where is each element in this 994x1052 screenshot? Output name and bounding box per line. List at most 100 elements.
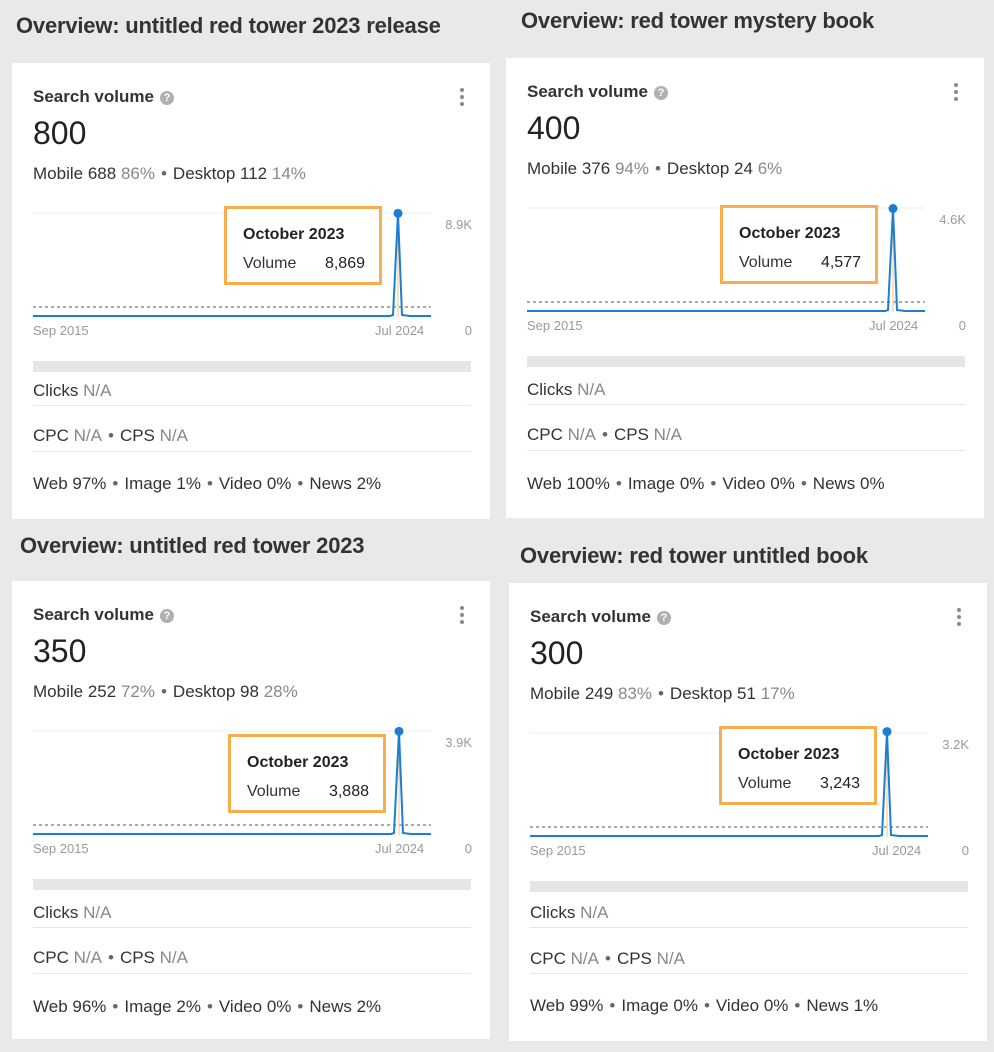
clicks-value: N/A <box>577 380 605 399</box>
serp-features-row: Web 100%•Image 0%•Video 0%•News 0% <box>527 474 885 494</box>
cpc-value: N/A <box>571 949 599 968</box>
section-divider-bar <box>530 881 968 892</box>
clicks-value: N/A <box>83 903 111 922</box>
search-volume-value: 400 <box>527 110 580 147</box>
search-volume-label: Search volume <box>530 607 651 626</box>
question-circle-icon[interactable]: ? <box>160 91 174 105</box>
peak-point <box>394 209 403 218</box>
chart-tooltip: October 2023 Volume 3,888 <box>228 734 386 813</box>
y-max-label: 3.2K <box>942 737 969 752</box>
cps-label: CPS <box>614 425 649 444</box>
web-value: 100% <box>566 474 609 493</box>
desktop-value: 51 <box>737 684 756 703</box>
search-volume-value: 300 <box>530 635 583 672</box>
x-end-label: Jul 2024 <box>375 323 424 338</box>
mobile-label: Mobile <box>33 164 83 183</box>
tooltip-date: October 2023 <box>247 754 348 772</box>
peak-point <box>889 204 898 213</box>
kebab-menu-icon[interactable] <box>954 83 958 104</box>
video-value: 0% <box>267 474 292 493</box>
overview-title: Overview: untitled red tower 2023 releas… <box>16 13 441 39</box>
section-divider-bar <box>33 879 471 890</box>
tooltip-value: 8,869 <box>325 255 365 273</box>
cpc-cps-row: CPC N/A•CPS N/A <box>527 425 682 445</box>
search-volume-card: Search volume? 300 Mobile 249 83%•Deskto… <box>509 583 987 1041</box>
chart-tooltip: October 2023 Volume 3,243 <box>719 726 877 805</box>
question-circle-icon[interactable]: ? <box>657 611 671 625</box>
section-divider-bar <box>33 361 471 372</box>
clicks-row: Clicks N/A <box>33 381 111 401</box>
mobile-value: 252 <box>88 682 116 701</box>
search-volume-card: Search volume? 350 Mobile 252 72%•Deskto… <box>12 581 490 1039</box>
row-separator <box>530 927 968 928</box>
overview-title: Overview: red tower untitled book <box>520 543 868 569</box>
video-value: 0% <box>764 996 789 1015</box>
x-start-label: Sep 2015 <box>33 841 89 856</box>
row-separator <box>33 451 471 452</box>
y-min-label: 0 <box>959 318 966 333</box>
device-split: Mobile 688 86%•Desktop 112 14% <box>33 164 306 184</box>
search-volume-label: Search volume <box>527 82 648 101</box>
overview-title: Overview: untitled red tower 2023 <box>20 533 364 559</box>
search-volume-value: 350 <box>33 633 86 670</box>
kebab-menu-icon[interactable] <box>460 88 464 109</box>
desktop-label: Desktop <box>667 159 729 178</box>
cps-value: N/A <box>160 948 188 967</box>
cps-value: N/A <box>160 426 188 445</box>
web-value: 96% <box>72 997 106 1016</box>
kebab-menu-icon[interactable] <box>460 606 464 627</box>
cps-label: CPS <box>617 949 652 968</box>
search-volume-card: Search volume? 800 Mobile 688 86%•Deskto… <box>12 63 490 519</box>
cpc-label: CPC <box>527 425 563 444</box>
clicks-value: N/A <box>580 903 608 922</box>
x-start-label: Sep 2015 <box>530 843 586 858</box>
news-value: 2% <box>357 997 382 1016</box>
serp-features-row: Web 97%•Image 1%•Video 0%•News 2% <box>33 474 381 494</box>
desktop-percent: 17% <box>761 684 795 703</box>
section-divider-bar <box>527 356 965 367</box>
video-label: Video <box>219 474 262 493</box>
desktop-percent: 14% <box>272 164 306 183</box>
web-value: 97% <box>72 474 106 493</box>
search-volume-label: Search volume <box>33 605 154 624</box>
clicks-value: N/A <box>83 381 111 400</box>
image-value: 1% <box>176 474 201 493</box>
kebab-menu-icon[interactable] <box>957 608 961 629</box>
clicks-label: Clicks <box>33 903 78 922</box>
mobile-value: 376 <box>582 159 610 178</box>
news-value: 0% <box>860 474 885 493</box>
tooltip-value: 3,888 <box>329 783 369 801</box>
news-label: News <box>309 474 352 493</box>
y-max-label: 3.9K <box>445 735 472 750</box>
cps-label: CPS <box>120 426 155 445</box>
desktop-label: Desktop <box>670 684 732 703</box>
question-circle-icon[interactable]: ? <box>160 609 174 623</box>
search-volume-label: Search volume <box>33 87 154 106</box>
news-label: News <box>813 474 856 493</box>
y-min-label: 0 <box>465 841 472 856</box>
question-circle-icon[interactable]: ? <box>654 86 668 100</box>
clicks-label: Clicks <box>33 381 78 400</box>
cpc-label: CPC <box>33 426 69 445</box>
desktop-value: 112 <box>240 164 267 183</box>
search-volume-value: 800 <box>33 115 86 152</box>
tooltip-value: 4,577 <box>821 254 861 272</box>
cps-value: N/A <box>657 949 685 968</box>
image-label: Image <box>628 474 675 493</box>
image-label: Image <box>621 996 668 1015</box>
image-value: 0% <box>680 474 705 493</box>
mobile-percent: 83% <box>618 684 652 703</box>
mobile-percent: 94% <box>615 159 649 178</box>
mobile-label: Mobile <box>33 682 83 701</box>
image-label: Image <box>124 997 171 1016</box>
clicks-label: Clicks <box>527 380 572 399</box>
row-separator <box>33 405 471 406</box>
cpc-label: CPC <box>33 948 69 967</box>
row-separator <box>527 450 965 451</box>
news-value: 2% <box>357 474 382 493</box>
x-end-label: Jul 2024 <box>872 843 921 858</box>
peak-point <box>395 727 404 736</box>
web-label: Web <box>33 997 68 1016</box>
tooltip-value: 3,243 <box>820 775 860 793</box>
desktop-percent: 28% <box>264 682 298 701</box>
